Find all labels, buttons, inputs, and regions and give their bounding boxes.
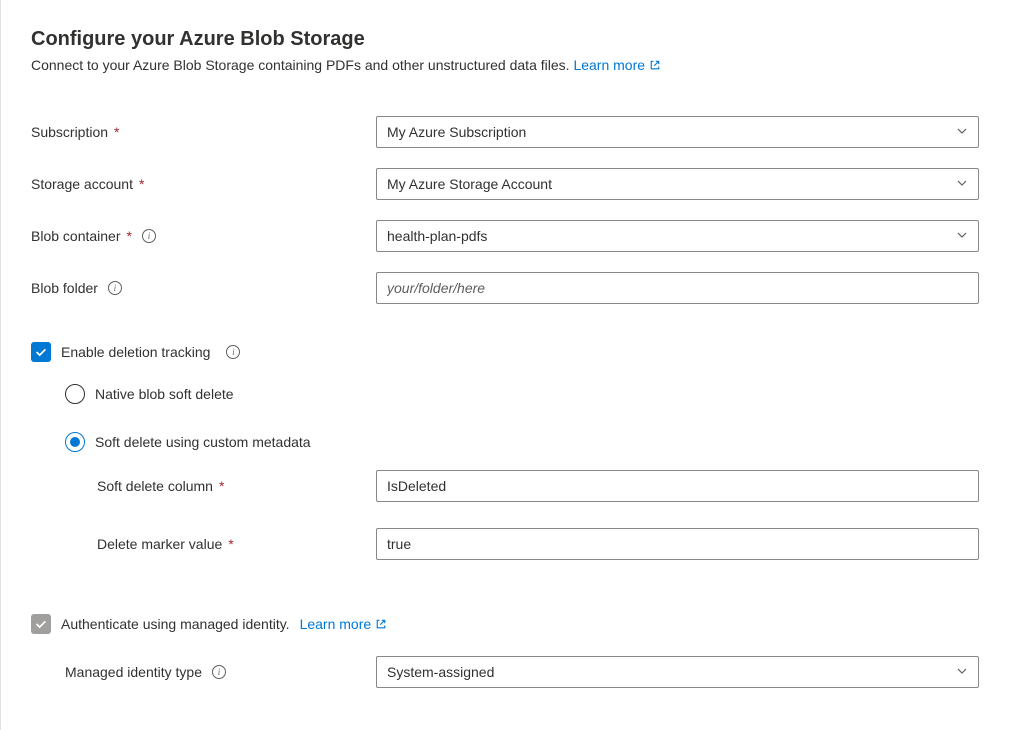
radio-native-soft-delete[interactable]: Native blob soft delete xyxy=(65,384,979,404)
storage-account-select[interactable]: My Azure Storage Account xyxy=(376,168,979,200)
auth-learn-more-link[interactable]: Learn more xyxy=(300,616,387,633)
required-marker: * xyxy=(228,536,233,552)
radio-icon xyxy=(65,384,85,404)
required-marker: * xyxy=(114,124,119,140)
identity-type-label: Managed identity type xyxy=(65,664,202,680)
page-subtitle: Connect to your Azure Blob Storage conta… xyxy=(31,57,979,74)
delete-marker-input[interactable] xyxy=(376,528,979,560)
required-marker: * xyxy=(139,176,144,192)
subtitle-text: Connect to your Azure Blob Storage conta… xyxy=(31,57,570,73)
page-title: Configure your Azure Blob Storage xyxy=(31,28,979,51)
radio-custom-metadata[interactable]: Soft delete using custom metadata xyxy=(65,432,979,452)
blob-folder-input[interactable] xyxy=(376,272,979,304)
info-icon[interactable]: i xyxy=(226,345,240,359)
soft-delete-column-label: Soft delete column xyxy=(97,478,213,494)
radio-native-label: Native blob soft delete xyxy=(95,386,234,402)
blob-folder-label: Blob folder xyxy=(31,280,98,296)
blob-container-select[interactable]: health-plan-pdfs xyxy=(376,220,979,252)
identity-type-select[interactable]: System-assigned xyxy=(376,656,979,688)
enable-deletion-checkbox[interactable] xyxy=(31,342,51,362)
storage-account-label: Storage account xyxy=(31,176,133,192)
auth-label: Authenticate using managed identity. xyxy=(61,616,290,632)
info-icon[interactable]: i xyxy=(108,281,122,295)
learn-more-link[interactable]: Learn more xyxy=(573,57,660,73)
external-link-icon xyxy=(649,58,661,74)
external-link-icon xyxy=(375,617,387,633)
info-icon[interactable]: i xyxy=(212,665,226,679)
blob-container-label: Blob container xyxy=(31,228,121,244)
required-marker: * xyxy=(219,478,224,494)
auth-managed-identity-checkbox xyxy=(31,614,51,634)
chevron-down-icon xyxy=(956,124,968,140)
subscription-select[interactable]: My Azure Subscription xyxy=(376,116,979,148)
info-icon[interactable]: i xyxy=(142,229,156,243)
required-marker: * xyxy=(127,228,132,244)
soft-delete-column-input[interactable] xyxy=(376,470,979,502)
radio-custom-label: Soft delete using custom metadata xyxy=(95,434,311,450)
subscription-label: Subscription xyxy=(31,124,108,140)
radio-icon xyxy=(65,432,85,452)
chevron-down-icon xyxy=(956,176,968,192)
enable-deletion-label: Enable deletion tracking xyxy=(61,344,210,360)
chevron-down-icon xyxy=(956,664,968,680)
chevron-down-icon xyxy=(956,228,968,244)
delete-marker-label: Delete marker value xyxy=(97,536,222,552)
